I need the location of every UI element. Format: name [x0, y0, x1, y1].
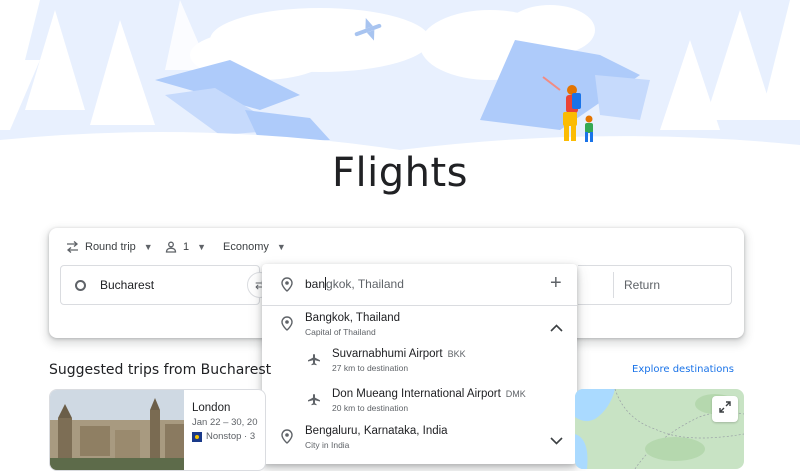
- result-airport-dmk[interactable]: Don Mueang International Airport DMK 20 k…: [332, 388, 526, 413]
- date-divider: [613, 272, 614, 298]
- chevron-up-icon[interactable]: [550, 319, 563, 337]
- person-icon: [165, 241, 177, 253]
- trip-dates: Jan 22 – 30, 20: [192, 417, 258, 428]
- airplane-icon: [307, 354, 321, 373]
- destination-suggestion-text: gkok, Thailand: [326, 277, 404, 291]
- result-city-bengaluru[interactable]: Bengaluru, Karnataka, India City in Indi…: [305, 425, 448, 450]
- location-pin-icon: [281, 277, 293, 297]
- cabin-class-label: Economy: [223, 241, 269, 253]
- expand-icon: [719, 400, 731, 418]
- location-pin-icon: [281, 316, 293, 336]
- passengers-count: 1: [183, 241, 190, 253]
- cabin-class-select[interactable]: Economy ▼: [223, 239, 286, 255]
- destination-autocomplete: bangkok, Thailand + Bangkok, Thailand Ca…: [262, 264, 577, 464]
- result-city-bangkok[interactable]: Bangkok, Thailand Capital of Thailand: [305, 312, 400, 337]
- chevron-down-icon[interactable]: [550, 432, 563, 450]
- result-subtitle: 20 km to destination: [332, 403, 409, 413]
- trip-type-label: Round trip: [85, 241, 136, 253]
- chevron-down-icon: ▼: [276, 242, 286, 252]
- trip-type-select[interactable]: Round trip ▼: [66, 239, 153, 255]
- airport-code: BKK: [447, 349, 466, 359]
- origin-value: Bucharest: [100, 278, 155, 292]
- trip-stops: Nonstop · 3: [206, 431, 256, 442]
- location-pin-icon: [281, 429, 293, 449]
- expand-map-button[interactable]: [712, 396, 738, 422]
- result-airport-bkk[interactable]: Suvarnabhumi Airport BKK 27 km to destina…: [332, 348, 466, 373]
- destination-input[interactable]: bangkok, Thailand +: [262, 264, 577, 306]
- london-photo: [50, 390, 184, 470]
- result-subtitle: Capital of Thailand: [305, 327, 376, 337]
- return-date-input[interactable]: Return: [624, 278, 660, 292]
- explore-destinations-link[interactable]: Explore destinations: [632, 364, 734, 375]
- result-subtitle: 27 km to destination: [332, 363, 409, 373]
- section-title: Suggested trips from Bucharest: [49, 362, 272, 378]
- add-destination-button[interactable]: +: [550, 273, 562, 293]
- result-title: Suvarnabhumi Airport: [332, 348, 443, 360]
- chevron-down-icon: ▼: [197, 242, 207, 252]
- result-title: Bengaluru, Karnataka, India: [305, 425, 448, 437]
- destination-value: bangkok, Thailand: [305, 277, 404, 291]
- chevron-down-icon: ▼: [143, 242, 153, 252]
- origin-circle-icon: [75, 279, 86, 291]
- dates-field[interactable]: Return: [578, 265, 732, 305]
- result-title: Bangkok, Thailand: [305, 312, 401, 324]
- page-title: Flights: [332, 150, 468, 196]
- airplane-icon: [307, 394, 321, 413]
- passengers-select[interactable]: 1 ▼: [165, 239, 206, 255]
- trip-flight-info: Nonstop · 3: [192, 431, 262, 442]
- airport-code: DMK: [505, 389, 526, 399]
- origin-input[interactable]: Bucharest: [60, 265, 260, 305]
- hero-illustration: [0, 0, 800, 160]
- destination-typed-text: ban: [305, 277, 326, 291]
- trip-card-london[interactable]: [49, 389, 266, 471]
- result-subtitle: City in India: [305, 440, 350, 450]
- result-title: Don Mueang International Airport: [332, 388, 501, 400]
- swap-arrows-icon: [66, 241, 79, 253]
- airline-logo-icon: [192, 431, 202, 442]
- trip-city: London: [192, 402, 231, 414]
